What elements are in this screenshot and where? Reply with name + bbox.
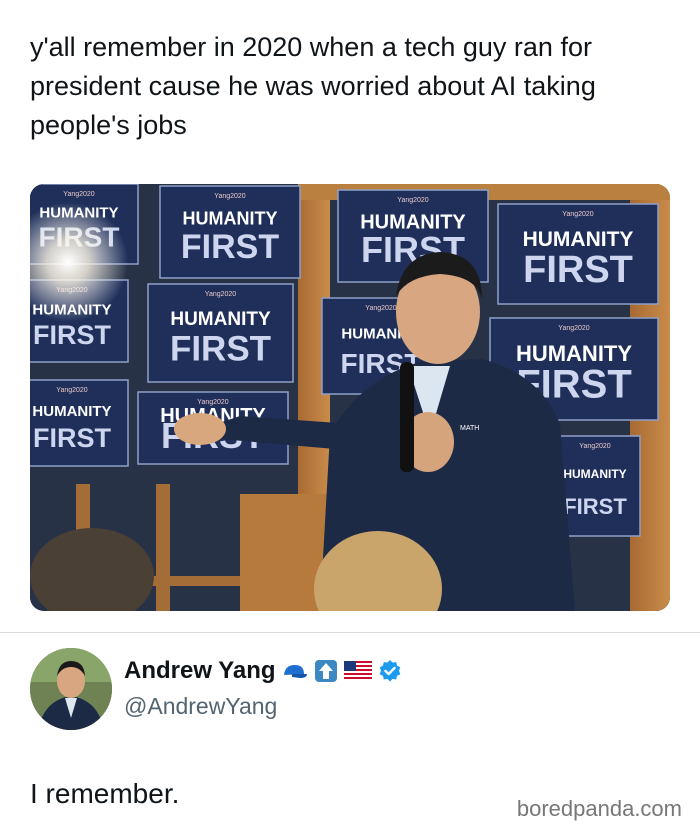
campaign-sign: Yang2020 HUMANITYFIRST: [159, 185, 301, 279]
sign-line2: FIRST: [523, 249, 633, 291]
sign-small-text: Yang2020: [397, 197, 429, 204]
sign-small-text: Yang2020: [214, 193, 246, 200]
sign-small-text: Yang2020: [63, 191, 95, 198]
campaign-sign: Yang2020 HUMANITYFIRST: [147, 283, 294, 383]
lapel-pin-text: MATH: [460, 425, 479, 432]
display-name[interactable]: Andrew Yang: [124, 657, 276, 685]
verified-badge-icon[interactable]: [378, 659, 402, 683]
reply-name-row: Andrew Yang: [124, 657, 402, 685]
sign-line2: FIRST: [33, 423, 112, 453]
rally-photo[interactable]: Yang2020HUMANITYFIRSTYang2020HUMANITYFIR…: [30, 184, 670, 611]
divider: [0, 632, 700, 633]
sign-small-text: Yang2020: [205, 291, 237, 298]
sign-line1: HUMANITY: [170, 309, 271, 330]
sign-small-text: Yang2020: [56, 387, 88, 394]
reply-text: I remember.: [30, 778, 180, 809]
watermark: boredpanda.com: [516, 796, 682, 821]
sign-line1: HUMANITY: [563, 467, 626, 481]
sign-small-text: Yang2020: [365, 305, 397, 312]
post-text: y'all remember in 2020 when a tech guy r…: [30, 32, 596, 140]
microphone: [400, 362, 414, 472]
campaign-sign: Yang2020 HUMANITYFIRST: [497, 203, 659, 305]
sign-small-text: Yang2020: [558, 325, 590, 332]
sign-line2: FIRST: [563, 494, 627, 519]
campaign-sign: Yang2020 HUMANITY FIRST: [30, 379, 129, 467]
sign-line1: HUMANITY: [32, 403, 111, 420]
sign-line2: FIRST: [33, 320, 112, 350]
blue-cap-emoji-icon: [282, 662, 308, 680]
handle[interactable]: @AndrewYang: [124, 693, 277, 720]
sign-small-text: Yang2020: [579, 443, 611, 450]
sign-line1: HUMANITY: [183, 209, 278, 229]
sign-small-text: Yang2020: [562, 211, 594, 218]
us-flag-emoji-icon: [343, 661, 372, 681]
avatar[interactable]: [30, 648, 112, 730]
sign-line2: FIRST: [181, 228, 279, 266]
sign-line1: HUMANITY: [523, 228, 634, 251]
sign-line2: FIRST: [170, 329, 271, 368]
up-arrow-emoji-icon: [314, 659, 338, 683]
